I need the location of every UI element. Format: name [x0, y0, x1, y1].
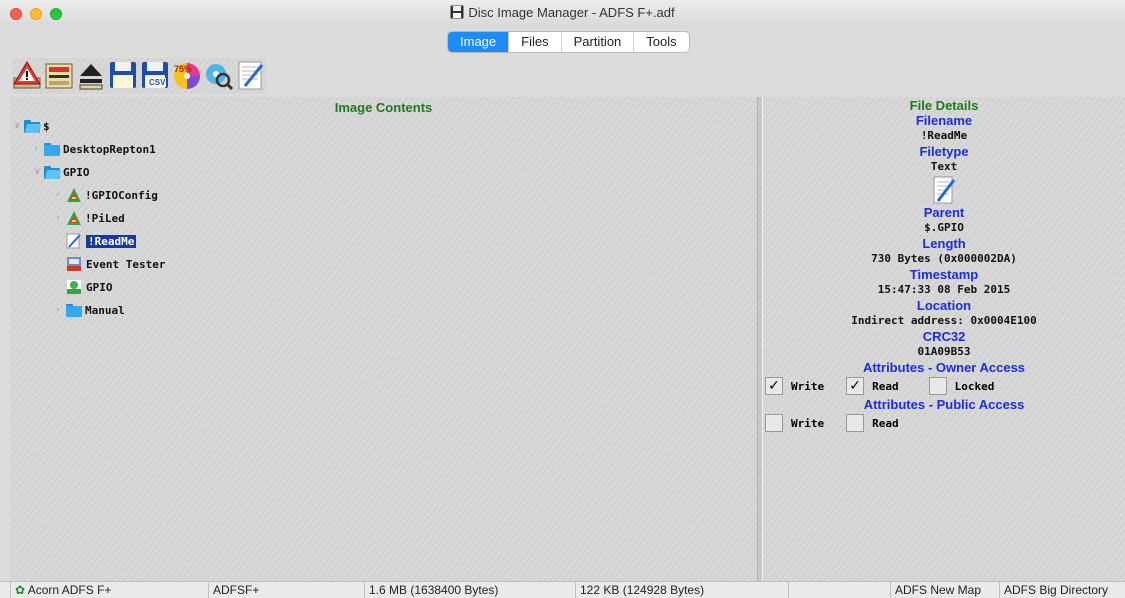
tree-item-label: Event Tester: [86, 257, 166, 271]
acorn-app-icon: [66, 210, 82, 226]
title-bar: Disc Image Manager - ADFS F+.adf: [0, 0, 1125, 28]
tree-item-label: DesktopRepton1: [63, 142, 156, 156]
filename-value: !ReadMe: [920, 129, 968, 142]
toolbar: CSV 75%: [12, 58, 266, 94]
folder-icon: [44, 165, 61, 179]
filetype-icon: [763, 175, 1125, 205]
status-type: ADFSF+: [208, 582, 364, 598]
text-file-icon[interactable]: [236, 58, 266, 92]
tree-item-label: !PiLed: [85, 211, 125, 225]
window-title-container: Disc Image Manager - ADFS F+.adf: [0, 5, 1125, 22]
file-details: File Details Filename !ReadMe Filetype T…: [763, 98, 1125, 434]
percent-badge: 75%: [174, 64, 193, 74]
floppy-disk-icon: [450, 5, 464, 22]
status-directory-type: ADFS Big Directory: [999, 582, 1125, 598]
folder-icon: [66, 303, 82, 317]
location-heading: Location: [916, 298, 972, 313]
status-bar: ✿ Acorn ADFS F+ ADFSF+ 1.6 MB (1638400 B…: [0, 581, 1125, 598]
folder-icon: [24, 119, 41, 133]
public-access-heading: Attributes - Public Access: [863, 397, 1025, 412]
public-write-checkbox[interactable]: [765, 414, 783, 432]
status-empty: [788, 582, 890, 598]
status-free-space: 122 KB (124928 Bytes): [575, 582, 788, 598]
disclosure-open-icon[interactable]: ∨: [34, 167, 44, 177]
floppy-drive-icon[interactable]: [44, 58, 74, 92]
tree-item-piled[interactable]: › !PiLed: [56, 209, 125, 227]
parent-heading: Parent: [923, 205, 965, 220]
owner-read-label: Read: [872, 379, 899, 393]
tree-item-manual[interactable]: › Manual: [56, 301, 125, 319]
owner-locked-checkbox[interactable]: [928, 377, 947, 395]
status-format: ✿ Acorn ADFS F+: [10, 582, 208, 598]
tab-files[interactable]: Files: [508, 32, 560, 52]
folder-icon: [44, 142, 60, 156]
tree-item-label: !ReadMe: [86, 234, 137, 248]
timestamp-value: 15:47:33 08 Feb 2015: [877, 283, 1011, 296]
view-tabs: Image Files Partition Tools: [447, 31, 690, 53]
save-csv-icon[interactable]: CSV: [140, 58, 170, 92]
length-heading: Length: [922, 236, 966, 251]
tree-item-readme[interactable]: !ReadMe: [66, 232, 137, 250]
disclosure-open-icon[interactable]: ∨: [14, 121, 24, 131]
filetype-value: Text: [930, 160, 958, 173]
warning-disc-icon[interactable]: [12, 58, 42, 92]
module-file-icon: [66, 279, 82, 295]
tree-item-label: !GPIOConfig: [85, 188, 158, 202]
tree-item-desktoprepton1[interactable]: › DesktopRepton1: [34, 140, 156, 158]
public-read-label: Read: [872, 416, 899, 430]
tab-partition[interactable]: Partition: [560, 32, 634, 52]
eject-icon[interactable]: [76, 58, 106, 92]
crc32-value: 01A09B53: [917, 345, 971, 358]
owner-access-row: ✓ Write ✓ Read Locked: [763, 375, 1125, 397]
tree-item-label: GPIO: [86, 280, 113, 294]
timestamp-heading: Timestamp: [909, 267, 979, 282]
image-contents-title: Image Contents: [334, 100, 433, 115]
owner-access-heading: Attributes - Owner Access: [862, 360, 1026, 375]
status-format-label: Acorn ADFS F+: [27, 583, 112, 597]
public-read-checkbox[interactable]: [846, 414, 865, 432]
owner-locked-label: Locked: [954, 379, 995, 393]
tree-item-label: Manual: [85, 303, 125, 317]
disclosure-closed-icon[interactable]: ›: [34, 144, 44, 154]
tree-item-gpioconfig[interactable]: › !GPIOConfig: [56, 186, 158, 204]
tree-item-gpio-folder[interactable]: ∨ GPIO: [34, 163, 90, 181]
owner-read-checkbox[interactable]: ✓: [846, 377, 865, 395]
public-access-row: Write Read: [763, 412, 1125, 434]
tree-item-label: GPIO: [63, 165, 90, 179]
tab-tools[interactable]: Tools: [633, 32, 688, 52]
disclosure-closed-icon[interactable]: ›: [56, 305, 66, 315]
acorn-app-icon: [66, 187, 82, 203]
tab-image[interactable]: Image: [448, 32, 509, 52]
owner-write-label: Write: [791, 379, 825, 393]
text-file-icon: [66, 233, 82, 249]
disc-75-percent-icon[interactable]: 75%: [172, 58, 202, 92]
tree-item-root[interactable]: ∨ $: [14, 117, 50, 135]
file-details-pane: File Details Filename !ReadMe Filetype T…: [763, 97, 1125, 581]
filetype-heading: Filetype: [919, 144, 969, 159]
image-contents-pane: Image Contents ∨ $ › DesktopRepton1 ∨ GP…: [10, 97, 757, 581]
parent-value: $.GPIO: [924, 221, 964, 234]
save-icon[interactable]: [108, 58, 138, 92]
window-title: Disc Image Manager - ADFS F+.adf: [468, 5, 675, 20]
status-disc-size: 1.6 MB (1638400 Bytes): [364, 582, 575, 598]
filename-heading: Filename: [915, 113, 973, 128]
tree-item-gpio-module[interactable]: GPIO: [66, 278, 113, 296]
owner-write-checkbox[interactable]: ✓: [765, 377, 783, 395]
disclosure-closed-icon[interactable]: ›: [56, 213, 66, 223]
disc-search-icon[interactable]: [204, 58, 234, 92]
location-value: Indirect address: 0x0004E100: [851, 314, 1037, 327]
gear-icon: ✿: [15, 583, 26, 597]
csv-badge: CSV: [148, 78, 167, 87]
public-write-label: Write: [791, 416, 825, 430]
tree-item-label: $: [43, 119, 50, 133]
disclosure-closed-icon[interactable]: ›: [56, 190, 66, 200]
length-value: 730 Bytes (0x000002DA): [871, 252, 1017, 265]
file-details-title: File Details: [909, 98, 979, 113]
crc32-heading: CRC32: [922, 329, 966, 344]
tree-item-event-tester[interactable]: Event Tester: [66, 255, 165, 273]
status-map-type: ADFS New Map: [890, 582, 999, 598]
basic-file-icon: [66, 256, 82, 272]
